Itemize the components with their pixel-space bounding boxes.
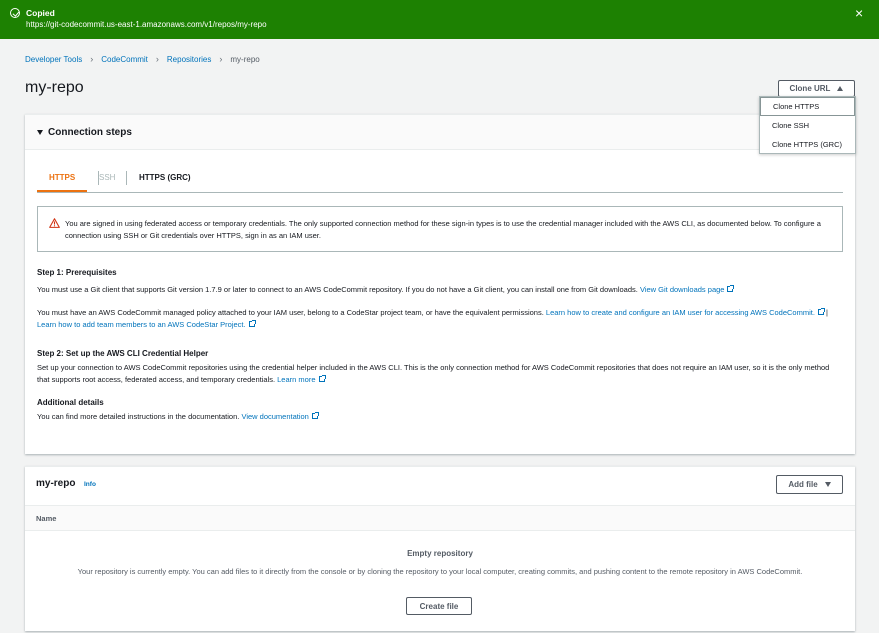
close-icon[interactable]: × bbox=[855, 6, 863, 20]
page-title: my-repo bbox=[25, 79, 84, 96]
clone-url-button[interactable]: Clone URL bbox=[778, 80, 855, 97]
flash-message: https://git-codecommit.us-east-1.amazona… bbox=[26, 20, 267, 29]
connection-tabs: HTTPS SSH HTTPS (GRC) bbox=[37, 163, 843, 193]
connection-steps-panel: Connection steps HTTPS SSH HTTPS (GRC) Y… bbox=[25, 114, 855, 454]
warning-icon bbox=[49, 218, 60, 228]
menu-item-clone-https[interactable]: Clone HTTPS bbox=[760, 97, 855, 116]
step1-prereq-git: You must use a Git client that supports … bbox=[37, 284, 843, 296]
external-link-icon bbox=[817, 308, 825, 315]
breadcrumb-developer-tools[interactable]: Developer Tools bbox=[25, 55, 82, 64]
caret-down-icon bbox=[824, 482, 831, 487]
breadcrumb-current: my-repo bbox=[230, 54, 260, 64]
connection-steps-title: Connection steps bbox=[48, 127, 132, 138]
view-documentation-link[interactable]: View documentation bbox=[241, 412, 308, 421]
additional-details-title: Additional details bbox=[37, 398, 104, 407]
step1-prereq-policy: You must have an AWS CodeCommit managed … bbox=[37, 307, 843, 330]
step2-title: Step 2: Set up the AWS CLI Credential He… bbox=[37, 349, 209, 358]
add-file-label: Add file bbox=[788, 480, 818, 489]
repo-title: my-repo bbox=[36, 478, 76, 489]
table-header: Name bbox=[25, 505, 855, 531]
learn-more-link[interactable]: Learn more bbox=[277, 375, 315, 384]
clone-url-label: Clone URL bbox=[789, 84, 831, 93]
step2-text: Set up your connection to AWS CodeCommit… bbox=[37, 363, 830, 384]
external-link-icon bbox=[727, 285, 735, 292]
connection-steps-header[interactable]: Connection steps bbox=[25, 115, 855, 150]
tab-ssh[interactable]: SSH bbox=[99, 173, 115, 182]
breadcrumb-repositories[interactable]: Repositories bbox=[167, 55, 211, 64]
iam-user-setup-link[interactable]: Learn how to create and configure an IAM… bbox=[546, 308, 815, 317]
tab-https-grc[interactable]: HTTPS (GRC) bbox=[139, 173, 191, 182]
empty-state-message: Your repository is currently empty. You … bbox=[77, 567, 803, 576]
menu-item-clone-ssh[interactable]: Clone SSH bbox=[760, 116, 855, 135]
menu-item-clone-https-grc[interactable]: Clone HTTPS (GRC) bbox=[760, 135, 855, 154]
info-link[interactable]: Info bbox=[84, 481, 96, 488]
caret-down-icon bbox=[37, 130, 43, 135]
warning-alert-text: You are signed in using federated access… bbox=[65, 219, 821, 240]
chevron-right-icon: › bbox=[219, 54, 223, 64]
codestar-team-link[interactable]: Learn how to add team members to an AWS … bbox=[37, 320, 246, 329]
add-file-button[interactable]: Add file bbox=[776, 475, 843, 494]
additional-text: You can find more detailed instructions … bbox=[37, 412, 240, 421]
chevron-right-icon: › bbox=[90, 54, 94, 64]
clone-url-menu: Clone HTTPS Clone SSH Clone HTTPS (GRC) bbox=[759, 96, 856, 154]
external-link-icon bbox=[311, 412, 319, 419]
link-separator: | bbox=[826, 308, 828, 317]
step2-description: Set up your connection to AWS CodeCommit… bbox=[37, 362, 843, 385]
breadcrumb: Developer Tools › CodeCommit › Repositor… bbox=[25, 54, 260, 64]
repository-panel: my-repo Info Add file Name Empty reposit… bbox=[25, 466, 855, 631]
active-tab-indicator bbox=[37, 190, 87, 192]
name-column-header[interactable]: Name bbox=[36, 514, 56, 523]
tab-https[interactable]: HTTPS bbox=[49, 173, 75, 182]
chevron-right-icon: › bbox=[155, 54, 159, 64]
create-file-button[interactable]: Create file bbox=[406, 597, 472, 615]
tab-divider bbox=[126, 171, 127, 185]
external-link-icon bbox=[248, 319, 256, 327]
step1-policy-text: You must have an AWS CodeCommit managed … bbox=[37, 308, 544, 317]
step1-title: Step 1: Prerequisites bbox=[37, 268, 117, 277]
flash-title: Copied bbox=[26, 8, 55, 18]
caret-up-icon bbox=[837, 86, 844, 91]
additional-details-text: You can find more detailed instructions … bbox=[37, 411, 843, 423]
external-link-icon bbox=[318, 374, 326, 382]
flash-notification: Copied https://git-codecommit.us-east-1.… bbox=[0, 0, 879, 39]
warning-alert: You are signed in using federated access… bbox=[37, 206, 843, 252]
success-check-icon bbox=[10, 8, 20, 18]
step1-git-text: You must use a Git client that supports … bbox=[37, 285, 638, 294]
git-downloads-link[interactable]: View Git downloads page bbox=[640, 285, 725, 294]
empty-state-title: Empty repository bbox=[407, 549, 473, 558]
breadcrumb-codecommit[interactable]: CodeCommit bbox=[101, 55, 148, 64]
